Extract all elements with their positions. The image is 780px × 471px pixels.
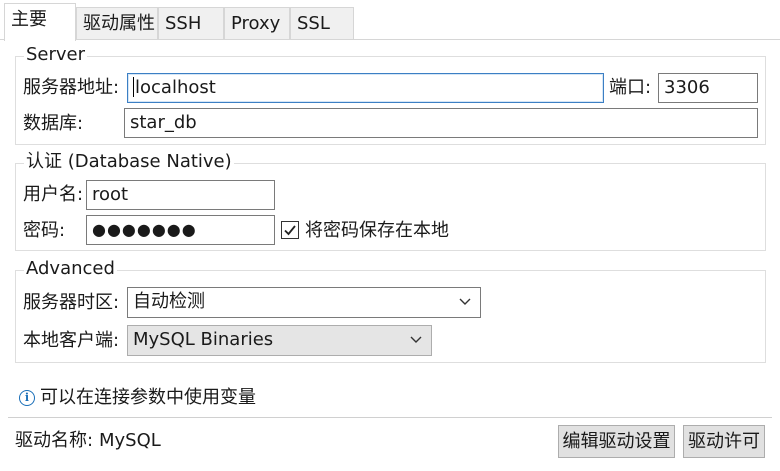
username-input[interactable]: root (86, 180, 275, 210)
driver-name-value: MySQL (99, 430, 161, 451)
driver-name-label: 驱动名称: (15, 430, 94, 451)
tab-main-label: 主要 (11, 9, 47, 30)
driver-license-button[interactable]: 驱动许可 (683, 425, 765, 458)
advanced-group-title: Advanced (24, 257, 117, 281)
save-password-label[interactable]: 将密码保存在本地 (305, 219, 449, 243)
footer-divider (8, 417, 772, 418)
timezone-select[interactable]: 自动检测 (127, 287, 481, 318)
port-input[interactable]: 3306 (658, 73, 758, 103)
save-password-checkbox[interactable] (281, 221, 299, 239)
driver-license-label: 驱动许可 (688, 431, 760, 452)
tab-ssh[interactable]: SSH (158, 7, 224, 40)
local-client-select[interactable]: MySQL Binaries (127, 325, 432, 356)
password-mask: ●●●●●●● (92, 220, 197, 239)
edit-driver-settings-label: 编辑驱动设置 (562, 431, 671, 452)
host-label: 服务器地址: (23, 77, 120, 98)
checkmark-icon (284, 225, 296, 236)
tab-main[interactable]: 主要 (4, 3, 76, 41)
local-client-label: 本地客户端: (23, 330, 120, 351)
auth-group-title: 认证 (Database Native) (24, 150, 234, 174)
database-input[interactable]: star_db (124, 108, 758, 138)
tab-driver-properties[interactable]: 驱动属性 (76, 7, 158, 40)
username-label: 用户名: (23, 184, 84, 205)
tab-proxy[interactable]: Proxy (224, 7, 290, 40)
host-value: localhost (135, 77, 216, 98)
tab-driver-properties-label: 驱动属性 (83, 13, 155, 34)
port-label: 端口: (609, 77, 652, 98)
password-input[interactable]: ●●●●●●● (86, 215, 275, 245)
info-icon: i (19, 390, 35, 406)
timezone-value: 自动检测 (133, 291, 205, 312)
tab-proxy-label: Proxy (231, 13, 281, 34)
tab-ssl[interactable]: SSL (290, 7, 354, 40)
host-input[interactable]: localhost (127, 73, 604, 103)
database-label: 数据库: (23, 113, 84, 134)
port-value: 3306 (664, 77, 710, 98)
chevron-down-icon (410, 336, 422, 343)
server-group-title: Server (24, 43, 88, 67)
database-value: star_db (130, 112, 197, 133)
edit-driver-settings-button[interactable]: 编辑驱动设置 (558, 425, 675, 458)
timezone-label: 服务器时区: (23, 292, 120, 313)
tab-ssh-label: SSH (165, 13, 202, 34)
tab-bar: 主要 驱动属性 SSH Proxy SSL (0, 0, 780, 41)
username-value: root (92, 184, 129, 205)
text-caret (133, 77, 134, 97)
variables-info-text: 可以在连接参数中使用变量 (40, 387, 256, 408)
chevron-down-icon (459, 298, 471, 305)
password-label: 密码: (23, 220, 66, 241)
tab-ssl-label: SSL (297, 13, 330, 34)
local-client-value: MySQL Binaries (133, 329, 274, 350)
